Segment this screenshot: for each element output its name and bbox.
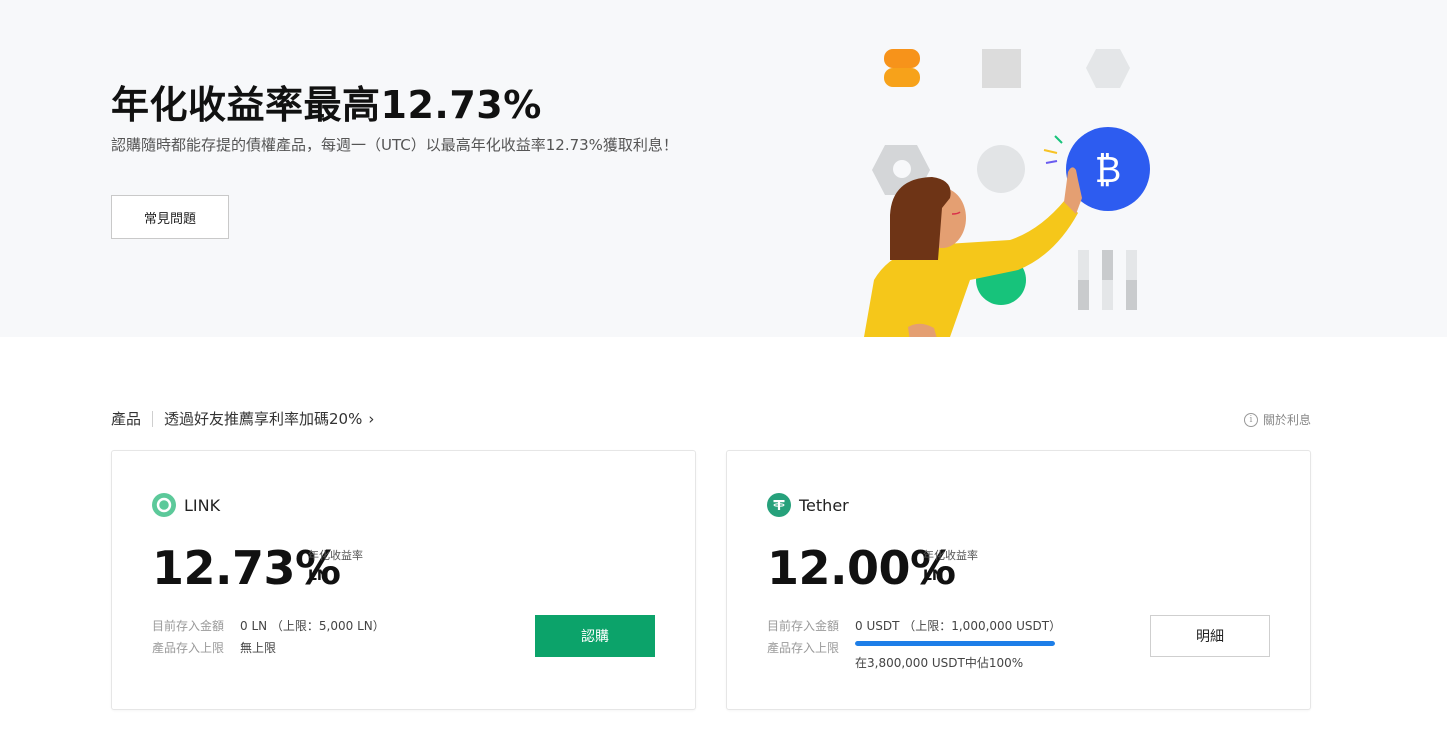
rate-meta: 年化收益率 LN: [308, 547, 363, 584]
limit-value: 無上限: [240, 640, 277, 655]
limit-row: 產品存入上限 無上限: [152, 636, 385, 658]
deposit-label: 目前存入金額: [152, 618, 225, 633]
rate-label: 年化收益率: [923, 549, 978, 562]
faq-button[interactable]: 常見問題: [111, 195, 229, 239]
svg-text:₿: ₿: [1095, 150, 1122, 191]
coin-name: Tether: [799, 495, 849, 515]
referral-promo-link[interactable]: 透過好友推薦享利率加碼20% ›: [164, 408, 374, 429]
section-divider: [152, 410, 154, 427]
rate-unit: LN: [308, 568, 329, 584]
coin-header: LINK: [152, 493, 220, 517]
hero-banner: 年化收益率最高12.73% 認購隨時都能存提的債權產品，每週一（UTC）以最高年…: [0, 0, 1447, 337]
deposit-value: 0 LN （上限：5,000 LN）: [240, 618, 385, 633]
rate-meta: 年化收益率 LN: [923, 547, 978, 584]
deposit-value: 0 USDT （上限：1,000,000 USDT）: [855, 618, 1062, 633]
hero-subtitle: 認購隨時都能存提的債權產品，每週一（UTC）以最高年化收益率12.73%獲取利息…: [111, 136, 678, 154]
about-interest-link[interactable]: i 關於利息: [1243, 411, 1311, 428]
product-card-tether: Tether 12.00% 年化收益率 LN 目前存入金額 0 USDT （上限…: [726, 450, 1311, 710]
capacity-progress: 在3,800,000 USDT中佔100%: [855, 641, 1055, 671]
section-title: 產品: [111, 410, 142, 428]
details-button[interactable]: 明細: [1150, 615, 1270, 657]
hero-illustration: ₿: [864, 49, 1150, 337]
progress-track: [855, 641, 1055, 646]
deposit-info: 目前存入金額 0 LN （上限：5,000 LN） 產品存入上限 無上限: [152, 614, 385, 658]
limit-label: 產品存入上限: [152, 640, 225, 655]
deposit-label: 目前存入金額: [767, 618, 840, 633]
chevron-right-icon: ›: [368, 409, 375, 428]
about-interest-label: 關於利息: [1262, 413, 1311, 427]
deposit-row: 目前存入金額 0 USDT （上限：1,000,000 USDT）: [767, 614, 1061, 636]
subscribe-button[interactable]: 認購: [535, 615, 655, 657]
products-header: 產品 透過好友推薦享利率加碼20% ›: [111, 408, 374, 429]
rate-label: 年化收益率: [308, 549, 363, 562]
progress-fill: [855, 641, 1055, 646]
tether-coin-icon: [767, 493, 791, 517]
hero-title: 年化收益率最高12.73%: [111, 83, 542, 127]
progress-text: 在3,800,000 USDT中佔100%: [855, 656, 1024, 670]
deposit-row: 目前存入金額 0 LN （上限：5,000 LN）: [152, 614, 385, 636]
referral-promo-label: 透過好友推薦享利率加碼20%: [164, 410, 363, 428]
rate-unit: LN: [923, 568, 944, 584]
coin-header: Tether: [767, 493, 849, 517]
limit-label: 產品存入上限: [767, 640, 840, 655]
product-card-link: LINK 12.73% 年化收益率 LN 目前存入金額 0 LN （上限：5,0…: [111, 450, 696, 710]
coin-name: LINK: [184, 495, 221, 515]
link-coin-icon: [152, 493, 176, 517]
info-icon: i: [1243, 412, 1258, 427]
